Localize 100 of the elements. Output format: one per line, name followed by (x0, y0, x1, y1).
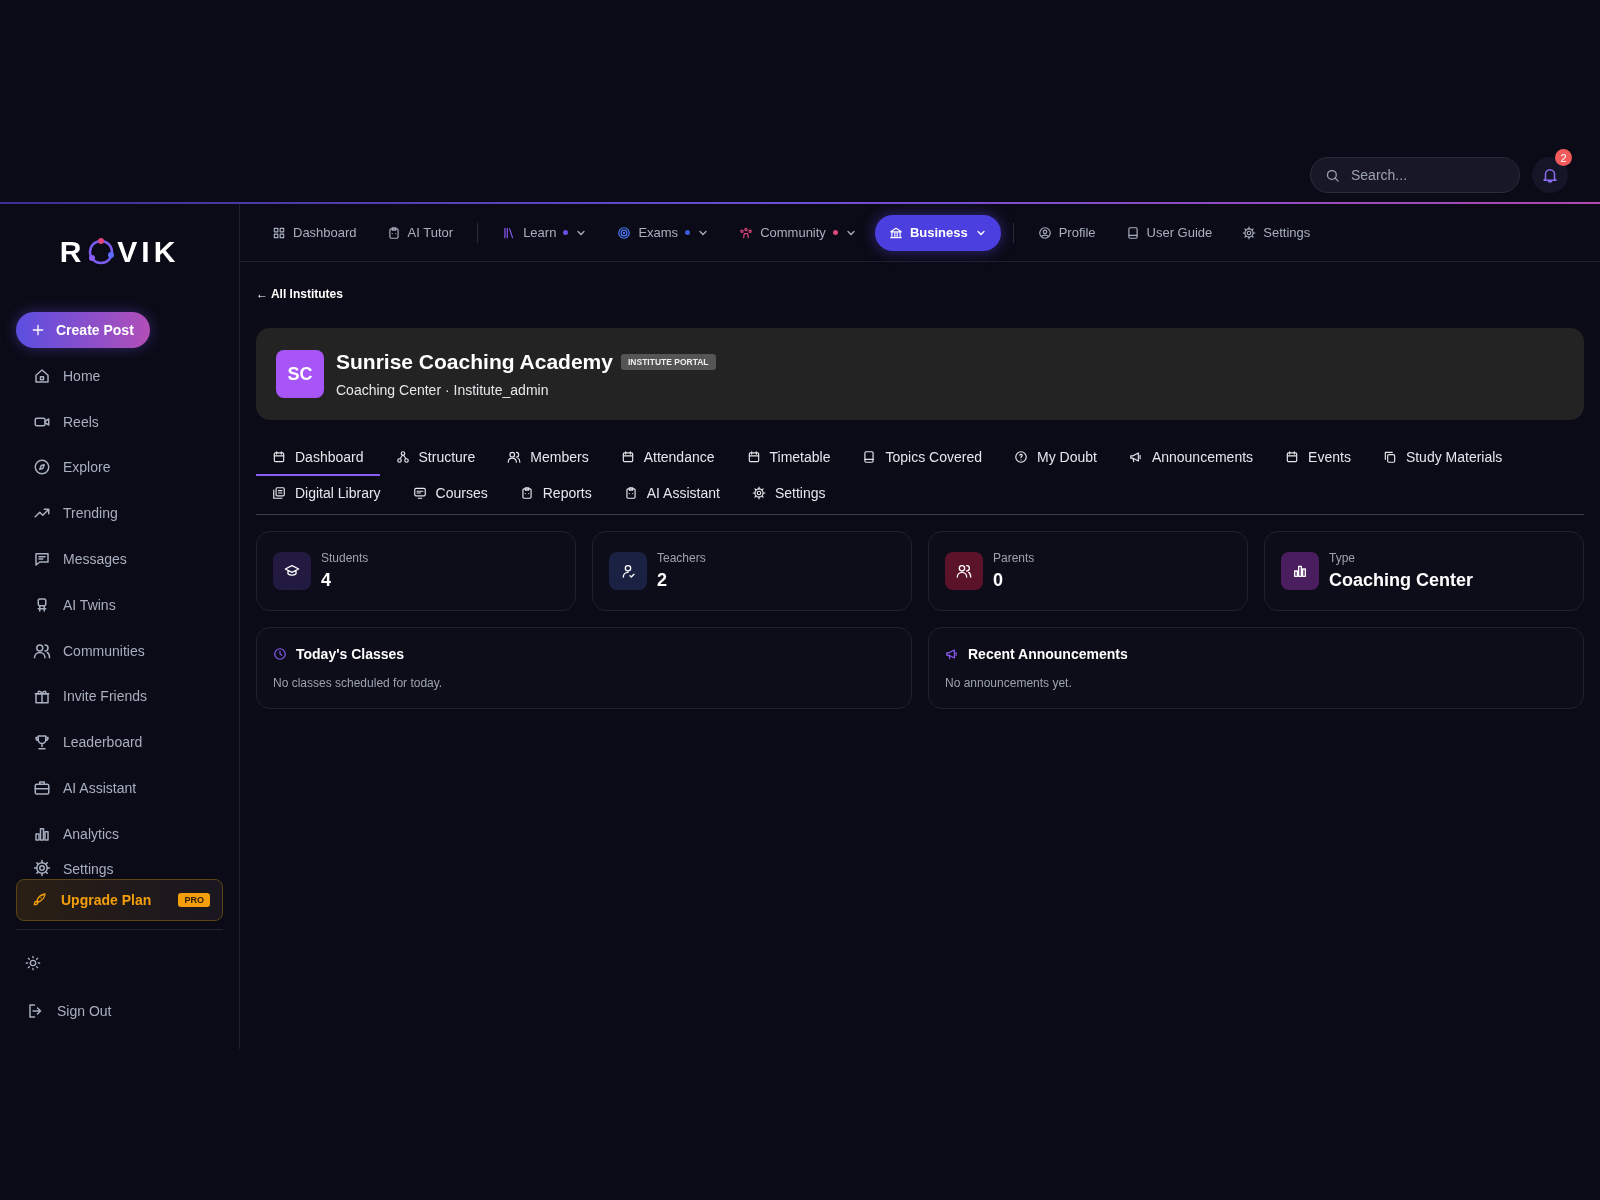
nav-tab[interactable]: Learn (490, 214, 600, 251)
nav-tab[interactable]: Community (727, 214, 869, 251)
megaphone-icon (945, 647, 959, 661)
sign-out-button[interactable]: Sign Out (16, 995, 223, 1026)
clock-icon (273, 647, 287, 661)
section-tab[interactable]: Timetable (730, 440, 847, 476)
nav-tab[interactable]: User Guide (1113, 214, 1225, 251)
section-tab[interactable]: Dashboard (256, 440, 380, 476)
library-icon (272, 486, 286, 500)
nav-tab[interactable]: Profile (1025, 214, 1108, 251)
settings-icon (33, 858, 51, 877)
screen-icon (412, 486, 427, 500)
building-icon (888, 225, 903, 240)
users-icon (507, 450, 522, 464)
stat-value: 0 (993, 570, 1004, 591)
home-icon (33, 366, 51, 385)
target-icon (617, 225, 632, 240)
sidebar-item[interactable]: Reels (16, 398, 223, 445)
copy-icon (1382, 450, 1397, 464)
empty-message: No announcements yet. (945, 676, 1073, 690)
panel-title: Today's Classes (296, 646, 405, 662)
section-tab[interactable]: Reports (503, 476, 608, 512)
sidebar-item[interactable]: AI Twins (16, 582, 223, 628)
upgrade-plan-button[interactable]: Upgrade Plan PRO (16, 878, 223, 921)
section-tab[interactable]: My Doubt (997, 440, 1113, 476)
sidebar-item[interactable]: Analytics (16, 810, 223, 857)
sun-icon (25, 954, 41, 971)
stat-value: 2 (657, 570, 668, 591)
search-icon (1325, 167, 1340, 183)
panel-title: Recent Announcements (968, 646, 1128, 662)
pro-badge: PRO (178, 892, 210, 907)
sidebar-item[interactable]: Invite Friends (16, 673, 223, 720)
rocket-icon (31, 891, 47, 908)
stat-value: Coaching Center (1329, 570, 1474, 591)
nav-tab[interactable]: Settings (1230, 214, 1323, 251)
section-tab[interactable]: AI Assistant (607, 476, 736, 512)
plus-icon (30, 322, 46, 338)
institute-name: Sunrise Coaching Academy (336, 350, 613, 374)
nav-tab[interactable]: Exams (605, 214, 722, 251)
stat-label: Teachers (657, 551, 706, 565)
ring-logo-icon (86, 237, 117, 267)
section-tab[interactable]: Topics Covered (846, 440, 998, 476)
section-tab[interactable]: Digital Library (256, 476, 397, 512)
bell-icon (1541, 166, 1559, 184)
portal-badge: INSTITUTE PORTAL (620, 354, 716, 370)
search-input[interactable]: Search... (1349, 166, 1503, 184)
user-icon (1037, 225, 1052, 240)
empty-message: No classes scheduled for today. (273, 676, 444, 690)
clipboard-icon (386, 225, 401, 240)
sidebar-item[interactable]: AI Assistant (16, 765, 223, 811)
institute-subtitle: Coaching Center · Institute_admin (336, 382, 550, 398)
section-tab[interactable]: Attendance (604, 440, 731, 476)
section-tab[interactable]: Structure (379, 440, 492, 476)
logo-text: R (59, 235, 86, 269)
sidebar-item[interactable]: Messages (16, 536, 223, 582)
help-icon (1013, 450, 1028, 464)
people-icon (739, 225, 754, 240)
nodes-icon (395, 450, 410, 464)
stat-value: 4 (321, 570, 332, 591)
section-tab[interactable]: Announcements (1112, 440, 1270, 476)
briefcase-icon (33, 779, 51, 798)
sidebar-item[interactable]: Explore (16, 444, 223, 491)
section-tab[interactable]: Events (1269, 440, 1367, 476)
calendar-icon (1285, 450, 1300, 464)
sidebar-item[interactable]: Communities (16, 627, 223, 674)
clipboard-icon (623, 486, 638, 500)
create-post-button[interactable]: Create Post (16, 312, 150, 348)
stat-label: Type (1329, 551, 1356, 565)
stat-label: Parents (993, 551, 1035, 565)
nav-tab[interactable]: Dashboard (260, 214, 369, 251)
section-tab[interactable]: Members (491, 440, 605, 476)
back-link[interactable]: ← All Institutes (256, 287, 343, 301)
calendar-icon (272, 450, 286, 464)
sidebar-item[interactable]: Trending (16, 490, 223, 537)
sidebar-item[interactable]: Home (16, 353, 223, 399)
notification-count: 2 (1555, 149, 1572, 166)
book-icon (862, 450, 877, 464)
sidebar-item[interactable]: Leaderboard (16, 719, 223, 766)
settings-icon (751, 486, 766, 500)
clipboard-icon (519, 486, 534, 500)
sidebar-item[interactable]: Settings (16, 856, 223, 877)
message-icon (33, 550, 51, 569)
nav-tab[interactable]: Business (874, 214, 1001, 251)
institute-avatar: SC (276, 350, 324, 398)
section-tab[interactable]: Courses (396, 476, 504, 512)
gift-icon (33, 687, 51, 706)
trophy-icon (33, 733, 51, 752)
section-tab[interactable]: Study Materials (1366, 440, 1519, 476)
nav-tab[interactable]: AI Tutor (374, 214, 466, 251)
search-field[interactable]: Search... (1310, 157, 1520, 193)
book-icon (1125, 225, 1140, 240)
calendar-icon (620, 450, 635, 464)
users-icon (33, 641, 51, 660)
calendar-icon (746, 450, 761, 464)
grid-icon (272, 225, 286, 240)
section-tab[interactable]: Settings (735, 476, 842, 512)
compass-icon (33, 458, 51, 477)
stat-label: Students (321, 551, 369, 565)
settings-icon (1242, 225, 1257, 240)
logo-text: VIK (117, 235, 180, 269)
